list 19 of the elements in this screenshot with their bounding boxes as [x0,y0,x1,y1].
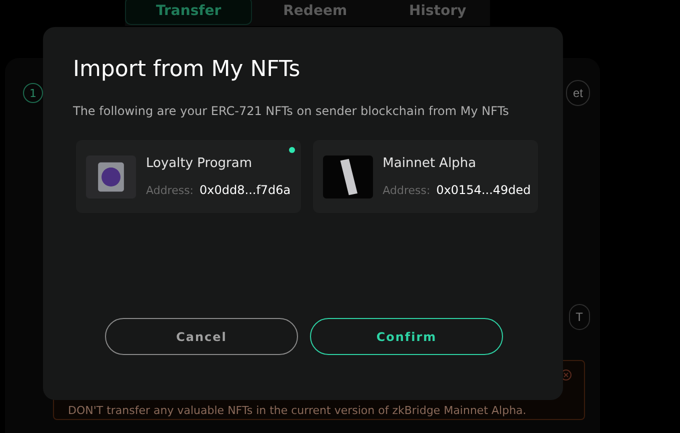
confirm-button[interactable]: Confirm [310,318,503,355]
nft-name: Mainnet Alpha [382,156,478,171]
nft-address: 0x0154...49ded [436,183,531,197]
panel-button[interactable]: T [568,304,590,330]
nft-card[interactable]: Mainnet Alpha Address: 0x0154...49ded [312,140,538,213]
page-tab[interactable]: Redeem [252,0,378,25]
close-icon[interactable] [560,369,572,381]
page-tab[interactable]: History [378,0,498,25]
side-button[interactable]: et [566,80,590,106]
address-label: Address: [146,184,194,197]
cancel-button[interactable]: Cancel [105,318,298,355]
dialog-title: Import from My NFTs [73,57,302,82]
dialog-description: The following are your ERC-721 NFTs on sender blockchain from My NFTs [73,104,510,118]
nft-card[interactable]: Loyalty Program Address: 0x0dd8...f7d6a [76,140,301,213]
address-label: Address: [382,184,430,197]
warning-text: DON'T transfer any valuable NFTs in the current version of zkBridge Mainnet Alpha. [68,404,526,417]
page-tab[interactable]: Transfer [125,0,252,25]
nft-name: Loyalty Program [146,156,254,171]
nft-address: 0x0dd8...f7d6a [200,183,291,197]
